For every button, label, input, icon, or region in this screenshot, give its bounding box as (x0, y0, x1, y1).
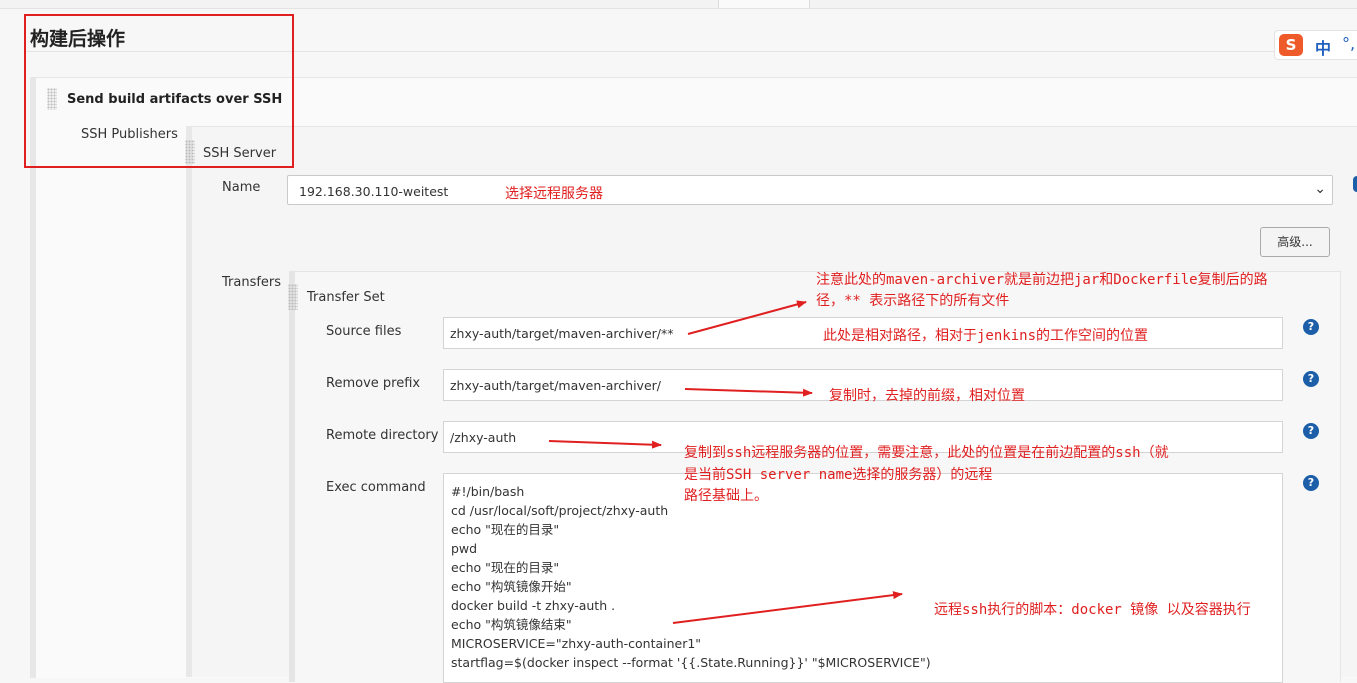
annotation-arrow (687, 300, 807, 335)
annotation-arrows (548, 300, 903, 624)
annotation-arrow (672, 591, 903, 624)
annotation-arrow (684, 388, 813, 397)
annotation-arrow (548, 440, 662, 449)
